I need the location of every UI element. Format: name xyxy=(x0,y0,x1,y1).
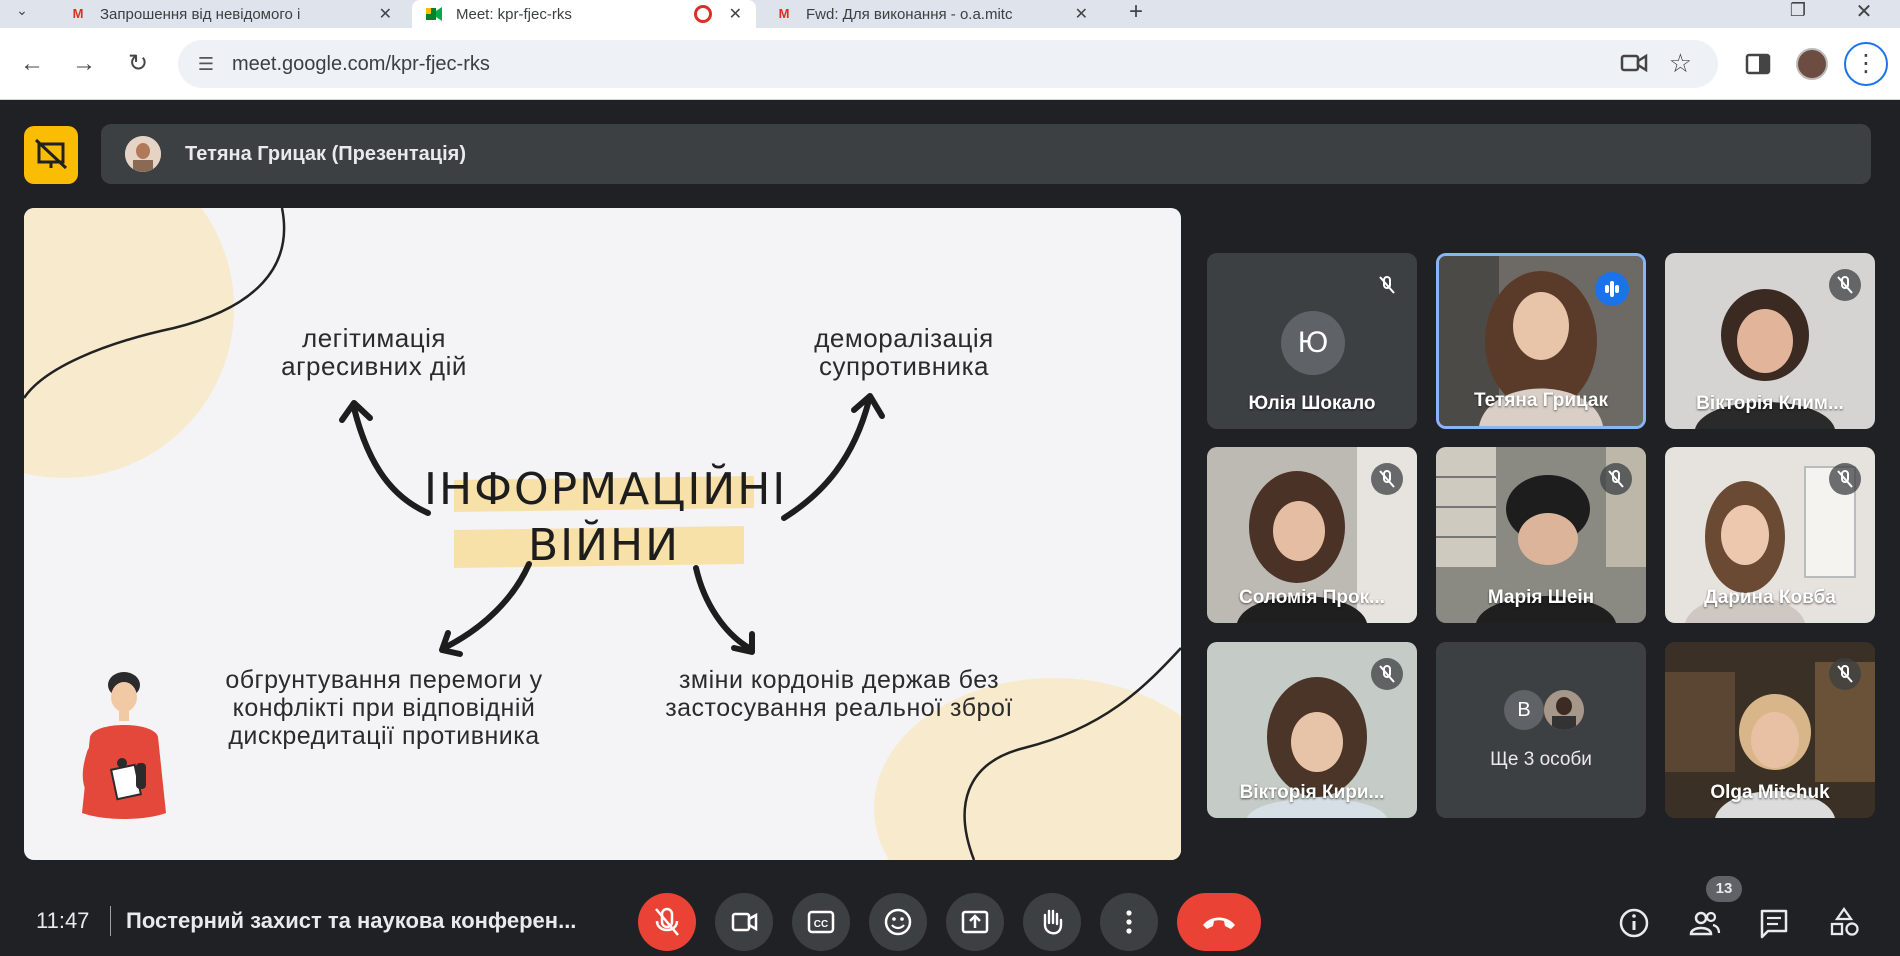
participant-tile[interactable]: Дарина Ковба xyxy=(1665,447,1875,623)
mic-off-icon xyxy=(1829,269,1861,301)
slide-label-borders: зміни кордонів держав без застосування ре… xyxy=(665,666,1013,722)
presentation-indicator-icon[interactable] xyxy=(24,126,78,184)
more-options-button[interactable] xyxy=(1100,893,1158,951)
participant-name: Olga Mitchuk xyxy=(1710,782,1830,803)
reactions-button[interactable] xyxy=(869,893,927,951)
mic-off-icon xyxy=(1829,658,1861,690)
tab-search-icon[interactable]: ⌄ xyxy=(8,0,36,24)
present-icon xyxy=(961,910,989,934)
presenter-illustration xyxy=(82,672,166,819)
slide-label-demoralization: деморалізація супротивника xyxy=(814,323,994,381)
mic-off-icon xyxy=(1371,463,1403,495)
reload-icon[interactable]: ↻ xyxy=(120,46,156,82)
people-icon xyxy=(1689,911,1721,936)
participant-name: Вікторія Кири... xyxy=(1239,782,1385,803)
raise-hand-button[interactable] xyxy=(1023,893,1081,951)
close-tab-icon[interactable]: ✕ xyxy=(729,4,742,24)
url-text: meet.google.com/kpr-fjec-rks xyxy=(232,53,490,75)
info-icon xyxy=(1619,908,1649,938)
close-tab-icon[interactable]: ✕ xyxy=(379,4,392,24)
tab-invite[interactable]: M Запрошення від невідомого і ✕ xyxy=(56,0,406,28)
activities-icon xyxy=(1830,906,1859,936)
mic-off-icon xyxy=(1371,269,1403,301)
chat-button[interactable] xyxy=(1754,903,1794,943)
svg-text:CC: CC xyxy=(814,919,828,930)
site-settings-icon[interactable]: ☰ xyxy=(194,52,218,76)
profile-avatar[interactable] xyxy=(1796,46,1832,82)
mic-off-icon xyxy=(1829,463,1861,495)
emoji-icon xyxy=(884,908,912,936)
speaking-indicator-icon xyxy=(1595,272,1629,306)
forward-icon[interactable]: → xyxy=(66,46,102,82)
more-participants-label: Ще 3 особи xyxy=(1490,749,1592,770)
camera-toggle-button[interactable] xyxy=(715,893,773,951)
participant-tile[interactable]: Вікторія Клим... xyxy=(1665,253,1875,429)
participant-tile[interactable]: Ю Юлія Шокало xyxy=(1207,253,1417,429)
more-vert-icon xyxy=(1126,910,1132,934)
participant-tile[interactable]: Соломія Прок... xyxy=(1207,447,1417,623)
menu-icon[interactable]: ⋮ xyxy=(1844,42,1888,86)
camera-in-use-icon[interactable] xyxy=(1620,52,1648,74)
close-tab-icon[interactable]: ✕ xyxy=(1075,4,1088,24)
gmail-icon: M xyxy=(72,6,84,21)
recording-icon xyxy=(694,5,712,23)
gmail-icon: M xyxy=(778,6,790,21)
mic-off-icon xyxy=(655,907,679,936)
captions-icon: CC xyxy=(807,910,835,934)
avatar xyxy=(1544,690,1584,730)
activities-button[interactable] xyxy=(1824,903,1864,943)
meeting-title: Постерний захист та наукова конферен... xyxy=(126,908,577,933)
presentation-slide: легітимація агресивних дій деморалізація с… xyxy=(24,208,1181,860)
presenter-avatar xyxy=(125,136,161,172)
close-window-icon[interactable]: ✕ xyxy=(1846,0,1882,30)
restore-window-icon[interactable]: ❐ xyxy=(1780,0,1816,28)
more-participants-tile[interactable]: В Ще 3 особи xyxy=(1436,642,1646,818)
captions-button[interactable]: CC xyxy=(792,893,850,951)
hang-up-icon xyxy=(1203,917,1235,929)
mic-off-icon xyxy=(1371,658,1403,690)
meeting-details-button[interactable] xyxy=(1614,903,1654,943)
slide-label-legitimation: легітимація агресивних дій xyxy=(281,323,467,381)
participant-name: Юлія Шокало xyxy=(1248,393,1376,414)
participant-tile[interactable]: Марія Шеін xyxy=(1436,447,1646,623)
address-bar[interactable]: ☰ meet.google.com/kpr-fjec-rks ☆ xyxy=(178,40,1718,88)
avatar: В xyxy=(1504,690,1544,730)
mic-off-icon xyxy=(1600,463,1632,495)
slide-title: ІНФОРМАЦІЙНІ ВІЙНИ xyxy=(424,464,788,571)
hand-icon xyxy=(1043,909,1063,935)
participant-count-badge: 13 xyxy=(1706,876,1742,902)
bookmark-star-icon[interactable]: ☆ xyxy=(1669,48,1692,78)
camera-icon xyxy=(731,912,758,932)
side-panel-icon[interactable] xyxy=(1744,46,1776,82)
presenter-name: Тетяна Грицак (Презентація) xyxy=(185,143,466,165)
participant-name: Тетяна Грицак xyxy=(1473,390,1608,411)
participant-name: Дарина Ковба xyxy=(1704,587,1836,608)
divider xyxy=(110,906,111,936)
participant-name: Вікторія Клим... xyxy=(1696,393,1844,414)
tab-fwd[interactable]: M Fwd: Для виконання - o.a.mitc ✕ xyxy=(762,0,1102,28)
people-button[interactable] xyxy=(1684,903,1724,943)
presenter-bar: Тетяна Грицак (Презентація) xyxy=(101,124,1871,184)
browser-toolbar: ← → ↻ ☰ meet.google.com/kpr-fjec-rks ☆ ⋮ xyxy=(0,28,1900,100)
chat-icon xyxy=(1760,909,1788,939)
participant-name: Соломія Прок... xyxy=(1239,587,1385,608)
new-tab-icon[interactable]: + xyxy=(1118,0,1154,30)
participant-tile[interactable]: Тетяна Грицак xyxy=(1436,253,1646,429)
slide-label-victory: обгрунтування перемоги у конфлікті при ві… xyxy=(225,666,543,750)
participant-name: Марія Шеін xyxy=(1487,587,1595,608)
present-screen-button[interactable] xyxy=(946,893,1004,951)
browser-tab-strip: ⌄ M Запрошення від невідомого і ✕ Meet: … xyxy=(0,0,1900,28)
meeting-time: 11:47 xyxy=(36,908,90,933)
back-icon[interactable]: ← xyxy=(14,46,50,82)
meet-icon xyxy=(426,7,442,21)
tab-meet[interactable]: Meet: kpr-fjec-rks ✕ xyxy=(412,0,756,28)
avatar: Ю xyxy=(1281,311,1345,375)
participant-tile[interactable]: Вікторія Кири... xyxy=(1207,642,1417,818)
microphone-toggle-button[interactable] xyxy=(638,893,696,951)
leave-call-button[interactable] xyxy=(1177,893,1261,951)
participant-tile[interactable]: Olga Mitchuk xyxy=(1665,642,1875,818)
